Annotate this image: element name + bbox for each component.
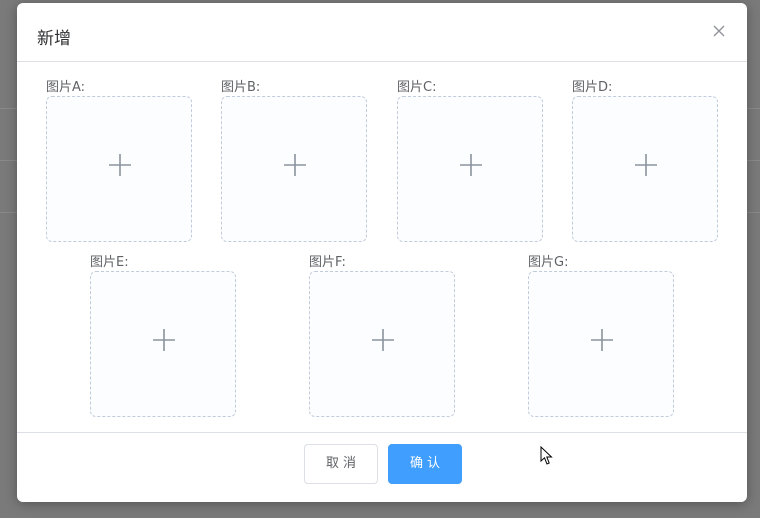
plus-icon — [634, 153, 658, 177]
plus-icon — [590, 328, 614, 352]
plus-icon — [283, 153, 307, 177]
upload-box-f[interactable] — [309, 271, 455, 417]
uploader-label: 图片F: — [309, 255, 346, 270]
upload-box-c[interactable] — [397, 96, 543, 242]
mouse-cursor-icon — [540, 445, 554, 466]
cancel-button[interactable]: 取消 — [304, 444, 378, 484]
plus-icon — [108, 153, 132, 177]
uploader-label: 图片A: — [46, 80, 86, 95]
add-dialog: 新增 图片A: 图片B: 图片C: 图片D: 图片E: 图片F: 图片G: 取消… — [17, 3, 747, 502]
uploader-label: 图片C: — [397, 80, 437, 95]
close-icon[interactable] — [711, 23, 727, 39]
upload-box-g[interactable] — [528, 271, 674, 417]
dialog-title: 新增 — [37, 29, 71, 49]
upload-box-e[interactable] — [90, 271, 236, 417]
upload-box-d[interactable] — [572, 96, 718, 242]
dialog-header: 新增 — [17, 3, 747, 62]
confirm-button[interactable]: 确认 — [388, 444, 462, 484]
plus-icon — [371, 328, 395, 352]
uploader-label: 图片B: — [221, 80, 261, 95]
upload-box-a[interactable] — [46, 96, 192, 242]
dialog-footer: 取消 确认 — [17, 432, 747, 503]
uploader-label: 图片D: — [572, 80, 613, 95]
uploader-label: 图片G: — [528, 255, 569, 270]
plus-icon — [459, 153, 483, 177]
upload-box-b[interactable] — [221, 96, 367, 242]
plus-icon — [152, 328, 176, 352]
uploader-label: 图片E: — [90, 255, 129, 270]
